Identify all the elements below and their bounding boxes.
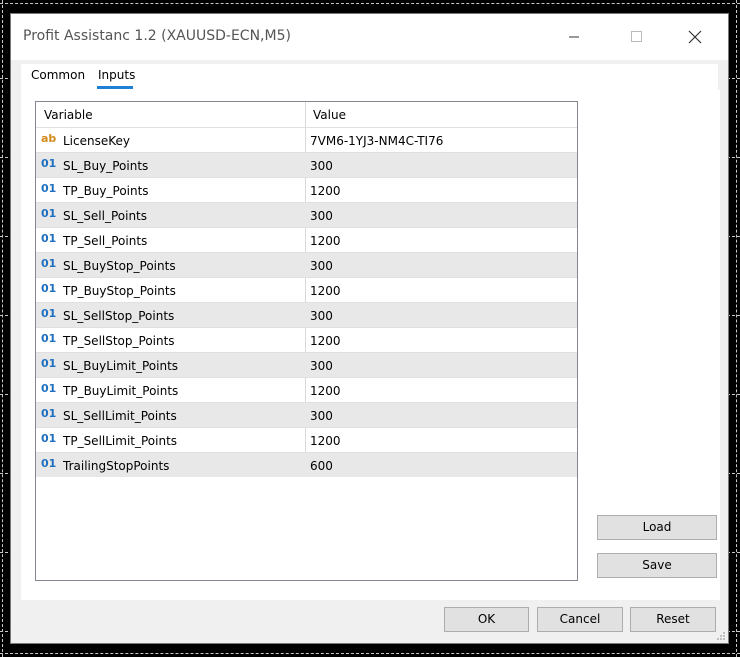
variable-name: SL_Sell_Points [63, 209, 148, 223]
table-row[interactable]: ab LicenseKey 7VM6-1YJ3-NM4C-TI76 [36, 127, 577, 152]
table-row[interactable]: 01 SL_SellLimit_Points 300 [36, 402, 577, 427]
variable-value[interactable]: 600 [310, 459, 333, 473]
close-icon [688, 30, 702, 44]
variable-value[interactable]: 300 [310, 309, 333, 323]
table-row[interactable]: 01 TP_BuyStop_Points 1200 [36, 277, 577, 302]
inputs-table[interactable]: Variable Value ab LicenseKey 7VM6-1YJ3-NM4… [35, 101, 578, 581]
variable-name: TrailingStopPoints [63, 459, 170, 473]
window-title: Profit Assistanc 1.2 (XAUUSD-ECN,M5) [23, 28, 291, 44]
variable-name: SL_SellStop_Points [63, 309, 175, 323]
integer-type-icon: 01 [41, 282, 57, 295]
title-bar[interactable]: Profit Assistanc 1.2 (XAUUSD-ECN,M5) [11, 14, 728, 60]
ok-button[interactable]: OK [444, 607, 529, 632]
variable-name: SL_BuyLimit_Points [63, 359, 179, 373]
variable-value[interactable]: 1200 [310, 284, 341, 298]
integer-type-icon: 01 [41, 332, 57, 345]
table-row[interactable]: 01 TP_Sell_Points 1200 [36, 227, 577, 252]
variable-value[interactable]: 1200 [310, 234, 341, 248]
integer-type-icon: 01 [41, 257, 57, 270]
variable-value[interactable]: 300 [310, 259, 333, 273]
table-row[interactable]: 01 SL_BuyLimit_Points 300 [36, 352, 577, 377]
inputs-panel: Variable Value ab LicenseKey 7VM6-1YJ3-NM4… [21, 90, 720, 600]
variable-name: TP_BuyStop_Points [63, 284, 176, 298]
string-type-icon: ab [41, 132, 57, 145]
variable-name: TP_SellStop_Points [63, 334, 175, 348]
load-button[interactable]: Load [597, 515, 717, 540]
variable-value[interactable]: 300 [310, 409, 333, 423]
table-row[interactable]: 01 TP_SellStop_Points 1200 [36, 327, 577, 352]
column-header-value[interactable]: Value [313, 108, 346, 122]
integer-type-icon: 01 [41, 457, 57, 470]
table-row[interactable]: 01 TP_BuyLimit_Points 1200 [36, 377, 577, 402]
integer-type-icon: 01 [41, 432, 57, 445]
table-row[interactable]: 01 TrailingStopPoints 600 [36, 452, 577, 477]
variable-value[interactable]: 1200 [310, 334, 341, 348]
table-row[interactable]: 01 TP_Buy_Points 1200 [36, 177, 577, 202]
integer-type-icon: 01 [41, 307, 57, 320]
variable-name: TP_BuyLimit_Points [63, 384, 179, 398]
variable-name: SL_SellLimit_Points [63, 409, 177, 423]
variable-value[interactable]: 300 [310, 209, 333, 223]
variable-name: TP_SellLimit_Points [63, 434, 178, 448]
variable-name: SL_BuyStop_Points [63, 259, 176, 273]
variable-value[interactable]: 1200 [310, 434, 341, 448]
chart-grid-line [0, 3, 740, 4]
maximize-button [614, 20, 660, 54]
variable-value[interactable]: 1200 [310, 184, 341, 198]
integer-type-icon: 01 [41, 382, 57, 395]
table-row[interactable]: 01 SL_SellStop_Points 300 [36, 302, 577, 327]
table-header: Variable Value [36, 102, 577, 127]
table-row[interactable]: 01 SL_Sell_Points 300 [36, 202, 577, 227]
variable-value[interactable]: 300 [310, 359, 333, 373]
minimize-icon [569, 36, 579, 38]
cancel-button[interactable]: Cancel [537, 607, 623, 632]
minimize-button[interactable] [552, 20, 598, 54]
integer-type-icon: 01 [41, 407, 57, 420]
column-header-variable[interactable]: Variable [44, 108, 93, 122]
close-button[interactable] [672, 20, 718, 54]
integer-type-icon: 01 [41, 357, 57, 370]
variable-name: TP_Sell_Points [63, 234, 148, 248]
table-row[interactable]: 01 SL_Buy_Points 300 [36, 152, 577, 177]
integer-type-icon: 01 [41, 232, 57, 245]
reset-button[interactable]: Reset [630, 607, 716, 632]
table-row[interactable]: 01 TP_SellLimit_Points 1200 [36, 427, 577, 452]
tab-strip: Common Inputs [21, 64, 718, 90]
variable-value[interactable]: 7VM6-1YJ3-NM4C-TI76 [310, 134, 443, 148]
tab-inputs[interactable]: Inputs [98, 68, 135, 82]
chart-grid-line [2, 0, 3, 657]
active-tab-indicator [97, 86, 133, 89]
chart-grid-line [736, 0, 737, 657]
integer-type-icon: 01 [41, 157, 57, 170]
save-button[interactable]: Save [597, 553, 717, 578]
table-row[interactable]: 01 SL_BuyStop_Points 300 [36, 252, 577, 277]
integer-type-icon: 01 [41, 182, 57, 195]
tab-common[interactable]: Common [31, 68, 85, 82]
properties-dialog: Profit Assistanc 1.2 (XAUUSD-ECN,M5) Com… [10, 13, 729, 644]
variable-name: SL_Buy_Points [63, 159, 149, 173]
variable-value[interactable]: 300 [310, 159, 333, 173]
variable-name: LicenseKey [63, 134, 130, 148]
resize-grip-icon[interactable] [716, 631, 726, 641]
variable-name: TP_Buy_Points [63, 184, 149, 198]
variable-value[interactable]: 1200 [310, 384, 341, 398]
maximize-icon [631, 31, 642, 42]
integer-type-icon: 01 [41, 207, 57, 220]
chart-grid-line [0, 653, 740, 654]
